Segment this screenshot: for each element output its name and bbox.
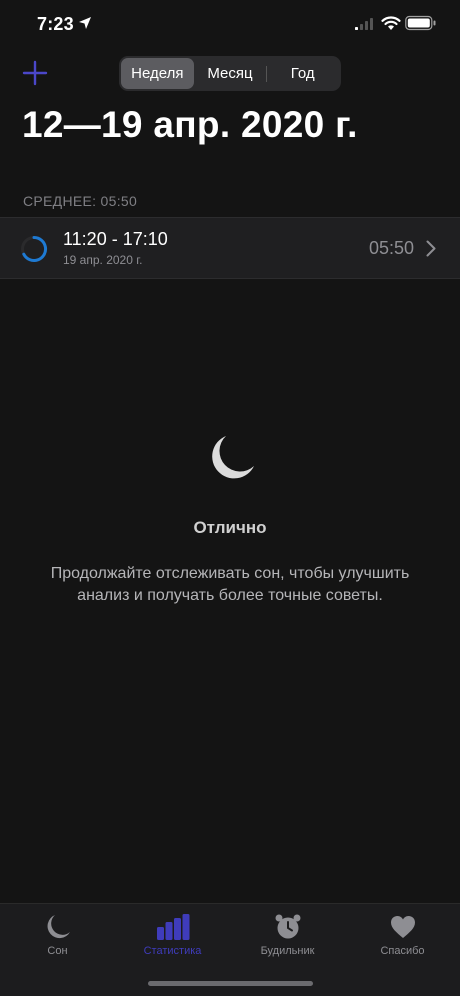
period-segmented-control: Неделя Месяц Год <box>119 56 341 91</box>
average-label: СРЕДНЕЕ: 05:50 <box>23 193 138 209</box>
moon-icon <box>47 915 70 939</box>
empty-state-title: Отлично <box>193 518 267 537</box>
home-indicator <box>148 981 313 986</box>
session-time-range: 11:20 - 17:10 <box>63 229 168 249</box>
segment-month-label: Месяц <box>207 65 253 82</box>
session-duration: 05:50 <box>368 238 414 258</box>
tab-statistics-label: Статистика <box>143 945 202 957</box>
add-button[interactable] <box>22 60 48 86</box>
chevron-right-icon <box>426 240 436 257</box>
segment-year[interactable]: Год <box>266 58 339 89</box>
status-time: 7:23 <box>37 14 74 34</box>
segment-month[interactable]: Месяц <box>194 58 267 89</box>
segment-week-label: Неделя <box>131 65 184 82</box>
tab-alarm-label: Будильник <box>260 945 315 957</box>
segment-week[interactable]: Неделя <box>121 58 194 89</box>
heart-icon <box>390 916 415 938</box>
wifi-icon <box>381 16 401 30</box>
tab-alarm[interactable]: Будильник <box>230 904 345 964</box>
tab-sleep[interactable]: Сон <box>0 904 115 964</box>
tab-thanks[interactable]: Спасибо <box>345 904 460 964</box>
battery-icon <box>405 15 436 31</box>
cellular-signal-icon <box>355 18 373 30</box>
bar-chart-icon <box>156 914 189 940</box>
sleep-ring-icon <box>21 235 48 262</box>
alarm-clock-icon <box>275 914 300 939</box>
page-title: 12—19 апр. 2020 г. <box>22 104 358 145</box>
moon-icon <box>212 436 254 479</box>
empty-state-description: Продолжайте отслеживать сон, чтобы улучш… <box>50 565 410 604</box>
screen: 7:23 Неделя Месяц Год 12—19 апр. 2020 г.… <box>0 0 460 996</box>
tab-thanks-label: Спасибо <box>380 945 425 957</box>
location-arrow-icon <box>79 17 91 29</box>
sleep-session-row[interactable]: 11:20 - 17:10 19 апр. 2020 г. 05:50 <box>0 217 460 279</box>
tab-statistics[interactable]: Статистика <box>115 904 230 964</box>
status-bar: 7:23 <box>0 0 460 50</box>
tab-sleep-label: Сон <box>47 945 68 957</box>
session-date: 19 апр. 2020 г. <box>63 253 143 267</box>
segment-year-label: Год <box>290 65 315 82</box>
